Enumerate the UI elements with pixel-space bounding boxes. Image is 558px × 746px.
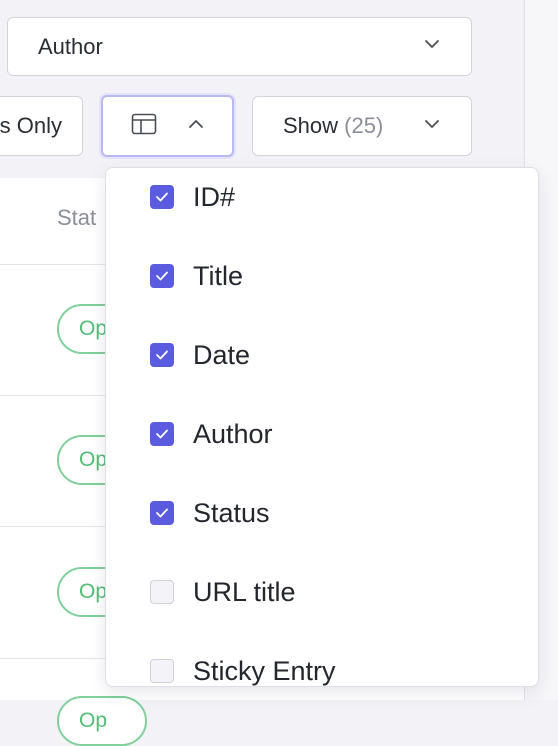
column-option-date[interactable]: Date	[106, 325, 538, 385]
checkbox-checked[interactable]	[150, 343, 174, 367]
column-option-label: Date	[193, 339, 251, 370]
column-option-url-title[interactable]: URL title	[106, 562, 538, 622]
filter-only-label: s Only	[0, 113, 62, 138]
check-icon	[156, 508, 168, 518]
status-column-header[interactable]: Stat	[57, 205, 96, 231]
checkbox-checked[interactable]	[150, 422, 174, 446]
check-icon	[156, 271, 168, 281]
status-badge: Op	[57, 696, 147, 746]
show-label-text: Show	[283, 113, 339, 138]
column-option-label: URL title	[193, 576, 296, 607]
column-option-sticky-entry[interactable]: Sticky Entry	[106, 641, 538, 686]
chevron-up-icon	[187, 115, 205, 138]
column-option-label: Author	[193, 418, 273, 449]
author-filter-select[interactable]: Author	[7, 17, 472, 76]
column-option-label: Title	[193, 260, 244, 291]
layout-columns-icon	[131, 113, 157, 140]
show-label: Show (25)	[283, 113, 383, 139]
show-count: (25)	[344, 113, 384, 138]
chevron-down-icon	[423, 35, 441, 58]
checkbox-checked[interactable]	[150, 264, 174, 288]
column-option-status[interactable]: Status	[106, 483, 538, 543]
column-option-label: Sticky Entry	[193, 655, 336, 686]
author-filter-value: Author	[38, 33, 103, 59]
columns-toggle-button[interactable]	[101, 95, 234, 157]
column-option-title[interactable]: Title	[106, 246, 538, 306]
checkbox-checked[interactable]	[150, 185, 174, 209]
check-icon	[156, 429, 168, 439]
columns-menu: ID# Title Date Author Status URL title S…	[105, 167, 539, 687]
show-count-dropdown[interactable]: Show (25)	[252, 96, 472, 156]
checkbox-checked[interactable]	[150, 501, 174, 525]
chevron-down-icon	[423, 115, 441, 138]
column-option-author[interactable]: Author	[106, 404, 538, 464]
check-icon	[156, 192, 168, 202]
column-option-label: Status	[193, 497, 270, 528]
check-icon	[156, 350, 168, 360]
filter-only-button[interactable]: s Only	[0, 96, 83, 156]
column-option-id[interactable]: ID#	[106, 168, 538, 227]
checkbox-unchecked[interactable]	[150, 580, 174, 604]
checkbox-unchecked[interactable]	[150, 659, 174, 683]
column-option-label: ID#	[193, 181, 236, 212]
